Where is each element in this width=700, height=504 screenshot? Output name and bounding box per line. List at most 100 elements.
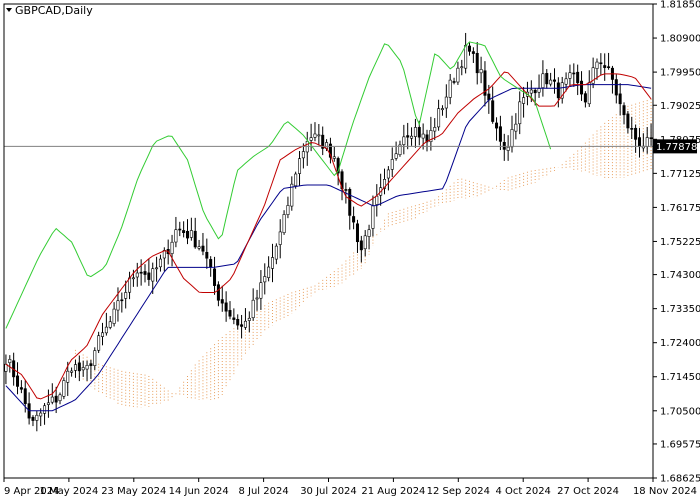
candle-body [607,66,611,68]
kumo-cloud [74,98,652,408]
candle-body [193,230,197,248]
candle-body [298,158,302,174]
candle-body [495,122,499,129]
candle-body [576,71,580,84]
x-tick-label: 23 May 2024 [101,486,166,497]
y-tick-label: 1.71450 [660,372,700,383]
x-tick-label: 14 Jun 2024 [169,486,229,497]
candle-body [645,137,649,148]
candle-body [139,271,143,274]
candle-body [43,405,47,414]
candle-body [367,229,371,237]
candle-body [363,235,367,250]
y-tick-label: 1.79950 [660,68,700,79]
candle-body [421,133,425,139]
candle-body [46,402,50,405]
candle-body [16,375,20,387]
x-tick-label: 4 Oct 2024 [495,486,550,497]
candle-body [444,96,448,109]
candle-body [502,142,506,150]
candle-body [410,135,414,139]
current-price-tag: 1.77878 [653,139,697,154]
candle-body [247,317,251,321]
gbpcad-daily-chart: 1.818501.809001.799501.790251.780751.771… [0,0,700,500]
chart-header: GBPCAD,Daily [6,4,93,17]
chart-title: GBPCAD,Daily [15,4,93,17]
candle-body [460,66,464,69]
x-tick-label: 8 Jul 2024 [238,486,288,497]
price-tag-label: 1.77878 [656,142,697,153]
candle-body [552,79,556,82]
candle-body [278,231,282,245]
candle-body [595,61,599,69]
candle-body [124,292,128,299]
candle-body [70,370,74,373]
x-tick-label: 18 Nov 2024 [633,486,697,497]
price-axis: 1.818501.809001.799501.790251.780751.771… [653,0,700,485]
candle-body [618,93,622,105]
candle-body [116,300,120,311]
candle-body [50,396,54,403]
candle-body [270,257,274,269]
candle-body [185,230,189,239]
candle-body [433,127,437,132]
candle-body [637,137,641,148]
candle-body [104,326,108,334]
candle-body [220,299,224,304]
candle-body [243,320,247,328]
candle-body [355,223,359,243]
candle-body [359,240,363,251]
candle-body [498,126,502,142]
candle-body [491,100,495,122]
x-tick-label: 12 Sep 2024 [427,486,490,497]
candle-body [402,136,406,145]
candle-body [58,394,62,402]
candle-body [649,137,653,139]
candle-body [510,129,514,148]
candle-body [371,205,375,229]
time-axis: 9 Apr 20241 May 2024 23 May 2024 14 Jun 20… [3,478,697,497]
ichimoku-lines [5,41,652,412]
candle-body [155,267,159,270]
candle-body [224,302,228,312]
candle-body [232,317,236,320]
candle-body [131,277,135,280]
candle-body [286,205,290,215]
candle-body [213,268,217,286]
candle-body [348,189,352,216]
candle-body [452,81,456,83]
candle-body [518,101,522,125]
candle-body [456,67,460,83]
candle-body [282,214,286,234]
candle-body [514,123,518,132]
candle-body [201,245,205,252]
candle-body [66,370,70,383]
candle-body [564,78,568,85]
candle-body [468,45,472,52]
candle-body [89,363,93,366]
y-tick-label: 1.73350 [660,304,700,315]
candle-body [35,414,39,421]
candle-body [448,79,452,98]
candle-body [386,169,390,179]
kijun-sen-line [5,84,652,412]
candle-body [603,65,607,68]
candle-body [506,146,510,151]
y-tick-label: 1.75225 [660,237,700,248]
tenkan-sen-line [5,71,652,400]
candle-body [143,271,147,275]
candle-body [77,362,81,372]
candle-body [390,159,394,170]
candle-body [417,127,421,138]
candle-body [471,51,475,54]
candle-body [572,72,576,75]
candle-body [440,108,444,111]
candle-body [174,229,178,243]
candle-body [255,297,259,300]
candle-body [101,332,105,337]
candle-body [437,108,441,128]
candle-body [93,350,97,366]
candle-body [240,324,244,327]
y-tick-label: 1.72400 [660,338,700,349]
candle-body [8,359,12,364]
